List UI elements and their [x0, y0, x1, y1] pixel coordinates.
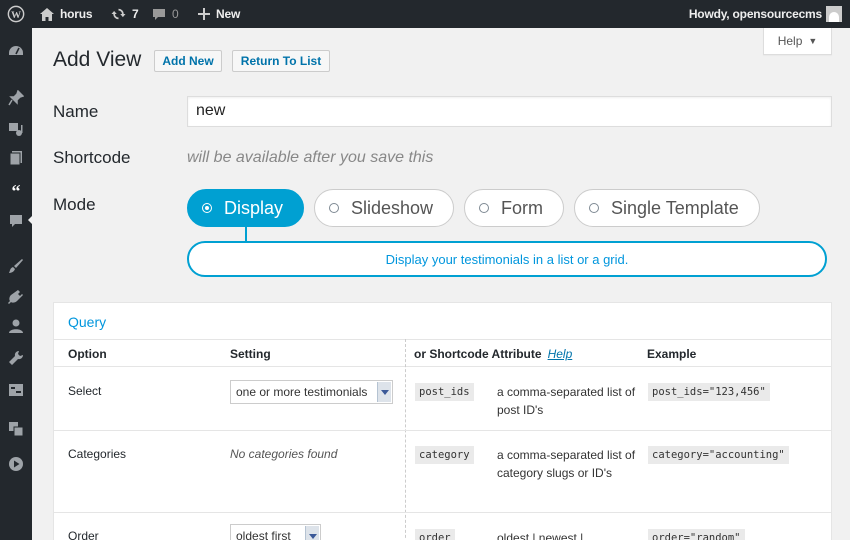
comment-bubble-icon	[153, 8, 165, 20]
option-name: Order	[68, 529, 99, 540]
comments-count: 0	[172, 7, 179, 21]
setting-note: No categories found	[230, 447, 338, 461]
select-testimonials-dropdown[interactable]: one or more testimonials	[230, 380, 393, 404]
option-name: Select	[68, 384, 102, 398]
mode-description: Display your testimonials in a list or a…	[187, 241, 827, 277]
mode-option-form[interactable]: Form	[464, 189, 564, 227]
select-value: oldest first	[236, 529, 291, 540]
column-header-example: Example	[647, 347, 697, 361]
name-label: Name	[53, 102, 99, 121]
svg-text:W: W	[11, 10, 21, 21]
mode-option-label: Display	[224, 197, 284, 218]
plugins-icon[interactable]	[8, 289, 24, 305]
appearance-brush-icon[interactable]	[8, 258, 24, 274]
comments-link[interactable]: 0	[152, 0, 179, 28]
column-header-attribute: or Shortcode Attribute Help	[414, 347, 572, 361]
table-row: Select one or more testimonials post_ids…	[54, 367, 831, 431]
radio-icon	[479, 203, 489, 213]
attribute-description: a comma-separated list of post ID's	[497, 385, 636, 417]
mode-option-label: Form	[501, 197, 543, 218]
table-row: Categories No categories found category …	[54, 431, 831, 513]
mode-option-display[interactable]: Display	[187, 189, 304, 227]
avatar	[826, 6, 842, 22]
attribute-example: order="random"	[648, 529, 745, 540]
chevron-down-icon	[377, 382, 391, 402]
column-header-option: Option	[68, 347, 107, 361]
query-panel: Query Option Setting or Shortcode Attrib…	[53, 302, 832, 540]
help-tab-button[interactable]: Help ▼	[763, 28, 832, 55]
attribute-header-text: or Shortcode Attribute	[414, 347, 542, 361]
mode-label: Mode	[53, 195, 96, 214]
site-home-link[interactable]: horus	[40, 0, 93, 28]
mode-option-label: Single Template	[611, 197, 739, 218]
tools-wrench-icon[interactable]	[8, 350, 24, 366]
dashboard-icon[interactable]	[8, 43, 24, 59]
radio-selected-icon	[202, 203, 212, 213]
table-row: Order oldest first order oldest | newest…	[54, 513, 831, 540]
home-icon	[40, 7, 54, 21]
name-input[interactable]: new	[187, 96, 832, 127]
users-icon[interactable]	[8, 318, 24, 334]
shortcode-note: will be available after you save this	[187, 149, 434, 166]
mode-option-slideshow[interactable]: Slideshow	[314, 189, 454, 227]
wordpress-logo-icon[interactable]: W	[0, 0, 32, 28]
caret-down-icon: ▼	[808, 36, 818, 46]
svg-text:“: “	[12, 182, 21, 198]
add-new-button[interactable]: Add New	[154, 50, 222, 72]
howdy-text: Howdy, opensourcecms	[688, 7, 822, 21]
attribute-example: post_ids="123,456"	[648, 383, 770, 401]
my-account-link[interactable]: Howdy, opensourcecms	[683, 0, 842, 28]
mode-option-single-template[interactable]: Single Template	[574, 189, 760, 227]
updates-count: 7	[132, 7, 139, 21]
settings-icon[interactable]	[8, 382, 24, 398]
media-icon[interactable]	[8, 121, 24, 137]
pages-icon[interactable]	[8, 150, 24, 166]
shortcode-attribute: category	[415, 446, 474, 464]
radio-icon	[589, 203, 599, 213]
testimonials-quote-icon[interactable]: “	[8, 182, 24, 198]
updates-link[interactable]: 7	[111, 0, 139, 28]
shortcode-label: Shortcode	[53, 148, 131, 167]
shortcode-attribute: post_ids	[415, 383, 474, 401]
help-tab-label: Help	[777, 34, 803, 48]
shortcode-attribute: order	[415, 529, 455, 540]
attribute-example: category="accounting"	[648, 446, 789, 464]
page-title: Add View	[53, 48, 142, 71]
admin-sidebar: “	[0, 28, 33, 540]
new-content-link[interactable]: New	[198, 0, 240, 28]
select-value: one or more testimonials	[236, 385, 368, 399]
active-menu-arrow	[28, 215, 33, 225]
mode-connector-line	[245, 227, 247, 241]
help-link[interactable]: Help	[548, 347, 573, 361]
pin-icon[interactable]	[8, 90, 24, 106]
order-dropdown[interactable]: oldest first	[230, 524, 321, 540]
translate-icon[interactable]	[8, 421, 24, 437]
updates-icon	[111, 8, 126, 20]
plus-icon	[198, 8, 210, 20]
radio-icon	[329, 203, 339, 213]
mode-option-label: Slideshow	[351, 197, 434, 218]
admin-bar: W horus 7 0 New Howdy, opensourcecms	[0, 0, 850, 28]
chevron-down-icon	[305, 526, 319, 540]
comments-icon[interactable]	[8, 213, 24, 229]
site-name: horus	[60, 7, 93, 21]
option-name: Categories	[68, 447, 127, 461]
attribute-description: oldest | newest |	[497, 531, 584, 540]
new-label: New	[216, 7, 241, 21]
attribute-description: a comma-separated list of category slugs…	[497, 448, 636, 480]
query-section-title: Query	[68, 314, 107, 330]
play-icon[interactable]	[8, 456, 24, 472]
query-table-header: Option Setting or Shortcode Attribute Hel…	[54, 339, 831, 367]
return-to-list-button[interactable]: Return To List	[232, 50, 330, 72]
column-header-setting: Setting	[230, 347, 271, 361]
